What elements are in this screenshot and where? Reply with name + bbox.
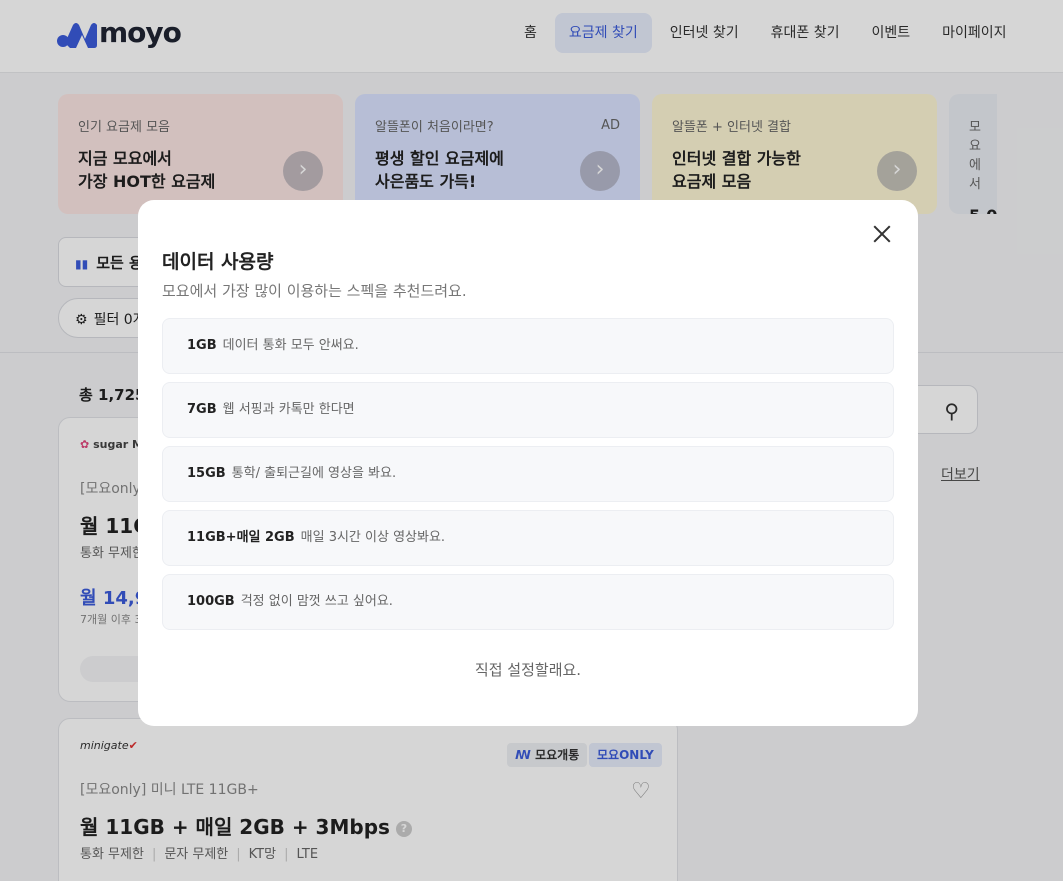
usage-option[interactable]: 100GB 걱정 없이 맘껏 쓰고 싶어요. [162,574,894,630]
option-amount: 11GB+매일 2GB [187,530,295,545]
option-amount: 1GB [187,338,217,353]
usage-option[interactable]: 7GB 웹 서핑과 카톡만 한다면 [162,382,894,438]
usage-option[interactable]: 1GB 데이터 통화 모두 안써요. [162,318,894,374]
data-usage-modal: 데이터 사용량 모요에서 가장 많이 이용하는 스펙을 추천드려요. 1GB 데이… [138,200,918,726]
option-desc: 통학/ 출퇴근길에 영상을 봐요. [231,466,397,481]
option-desc: 매일 3시간 이상 영상봐요. [300,530,446,545]
modal-title: 데이터 사용량 [162,251,274,273]
option-desc: 걱정 없이 맘껏 쓰고 싶어요. [240,594,393,609]
option-amount: 100GB [187,594,235,609]
option-desc: 웹 서핑과 카톡만 한다면 [222,402,355,417]
usage-option[interactable]: 15GB 통학/ 출퇴근길에 영상을 봐요. [162,446,894,502]
option-amount: 15GB [187,466,226,481]
custom-setting-button[interactable]: 직접 설정할래요. [138,659,918,680]
usage-option[interactable]: 11GB+매일 2GB 매일 3시간 이상 영상봐요. [162,510,894,566]
option-desc: 데이터 통화 모두 안써요. [222,338,359,353]
modal-subtitle: 모요에서 가장 많이 이용하는 스펙을 추천드려요. [162,282,467,300]
close-icon[interactable] [870,222,894,246]
option-amount: 7GB [187,402,217,417]
